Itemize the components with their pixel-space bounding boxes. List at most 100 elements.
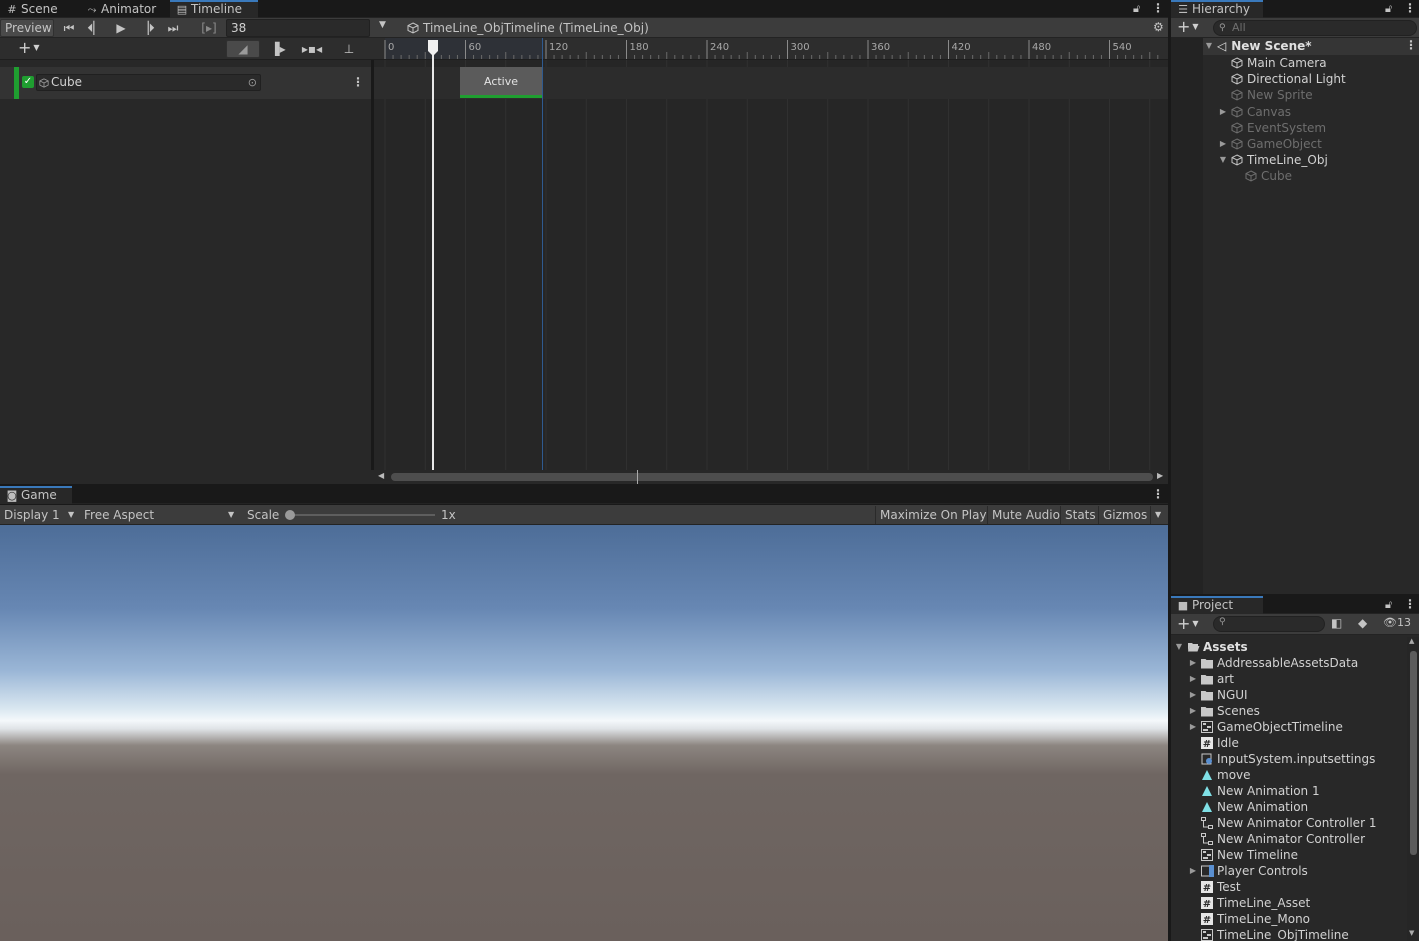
snap-mix-button[interactable]: ◢: [226, 40, 260, 58]
replace-mode-button[interactable]: ▸▪◂: [296, 40, 328, 58]
breadcrumb[interactable]: TimeLine_ObjTimeline (TimeLine_Obj): [407, 20, 667, 36]
expand-arrow-icon[interactable]: ▼: [1217, 152, 1229, 168]
maximize-on-play-toggle[interactable]: Maximize On Play: [875, 506, 991, 524]
preview-button[interactable]: Preview: [0, 19, 54, 37]
game-viewport[interactable]: [0, 525, 1168, 941]
project-item[interactable]: # TimeLine_Asset: [1171, 895, 1407, 911]
hierarchy-item[interactable]: ▶ Canvas: [1203, 104, 1419, 120]
expand-arrow-icon[interactable]: ▶: [1217, 136, 1229, 152]
hidden-packages-toggle[interactable]: 👁︎13: [1383, 616, 1411, 629]
scroll-left-icon[interactable]: ◀: [378, 471, 384, 480]
clip-area[interactable]: [374, 60, 1168, 470]
expand-arrow-icon[interactable]: ▶: [1187, 703, 1199, 719]
mute-audio-toggle[interactable]: Mute Audio: [987, 506, 1064, 524]
create-button[interactable]: + ▼: [1177, 18, 1199, 36]
track-binding-field[interactable]: Cube ⊙: [36, 74, 261, 91]
more-icon[interactable]: ⋮: [1152, 487, 1164, 501]
project-item[interactable]: ▶ Scenes: [1171, 703, 1407, 719]
aspect-select[interactable]: Free Aspect ▼: [80, 506, 240, 524]
hierarchy-item[interactable]: Directional Light: [1203, 71, 1419, 87]
gizmos-toggle[interactable]: Gizmos: [1098, 506, 1151, 524]
playhead-handle[interactable]: [427, 39, 439, 57]
frame-field[interactable]: 38: [226, 19, 370, 37]
search-by-label-icon[interactable]: ◆: [1358, 616, 1367, 630]
more-icon[interactable]: ⋮: [1404, 1, 1416, 15]
tab-game[interactable]: ◙ Game: [0, 486, 72, 504]
project-item[interactable]: New Animator Controller: [1171, 831, 1407, 847]
scene-row[interactable]: ▼ ◁ New Scene* ⋮: [1203, 38, 1419, 55]
project-item[interactable]: ▶ art: [1171, 671, 1407, 687]
project-item[interactable]: ▶ AddressableAssetsData: [1171, 655, 1407, 671]
project-item[interactable]: New Animation: [1171, 799, 1407, 815]
tab-hierarchy[interactable]: ☰ Hierarchy: [1171, 0, 1263, 18]
expand-arrow-icon[interactable]: ▶: [1217, 104, 1229, 120]
track-enable-checkbox[interactable]: ✓: [22, 76, 34, 88]
play-range-button[interactable]: [▸]: [196, 19, 222, 37]
scene-menu-icon[interactable]: ⋮: [1405, 38, 1417, 52]
project-search-input[interactable]: ⚲: [1213, 616, 1325, 632]
play-button[interactable]: ▶: [110, 19, 132, 37]
dropdown-arrow-icon[interactable]: ▼: [379, 20, 386, 30]
create-asset-button[interactable]: + ▼: [1177, 614, 1199, 633]
scale-slider-thumb[interactable]: [285, 510, 295, 520]
expand-arrow-icon[interactable]: ▶: [1187, 655, 1199, 671]
stats-toggle[interactable]: Stats: [1060, 506, 1100, 524]
project-item[interactable]: New Animation 1: [1171, 783, 1407, 799]
project-item[interactable]: # Idle: [1171, 735, 1407, 751]
hierarchy-item[interactable]: ▶ GameObject: [1203, 136, 1419, 152]
tab-project[interactable]: ■ Project: [1171, 596, 1263, 614]
expand-arrow-icon[interactable]: ▶: [1187, 687, 1199, 703]
timeline-scrollbar[interactable]: ◀ ▶: [373, 470, 1168, 484]
time-ruler[interactable]: 0 60 120 180 240 300 360 420 480 540: [373, 38, 1168, 60]
expand-arrow-icon[interactable]: ▶: [1187, 671, 1199, 687]
active-clip[interactable]: Active: [460, 67, 542, 98]
project-item[interactable]: move: [1171, 767, 1407, 783]
expand-arrow-icon[interactable]: ▶: [1187, 863, 1199, 879]
track-menu-icon[interactable]: ⋮: [352, 75, 364, 89]
tab-scene[interactable]: # Scene: [0, 0, 64, 18]
project-item[interactable]: New Timeline: [1171, 847, 1407, 863]
track-row[interactable]: ✓ Cube ⊙ ⋮: [0, 67, 371, 99]
scroll-down-icon[interactable]: ▼: [1409, 929, 1414, 937]
tab-timeline[interactable]: ▤ Timeline: [170, 0, 258, 18]
goto-start-button[interactable]: ⏮: [58, 19, 80, 37]
goto-end-button[interactable]: ⏭: [162, 19, 184, 37]
expand-arrow-icon[interactable]: ▼: [1173, 639, 1185, 655]
hierarchy-item[interactable]: Main Camera: [1203, 55, 1419, 71]
hierarchy-item[interactable]: Cube: [1203, 168, 1419, 184]
scroll-right-icon[interactable]: ▶: [1157, 471, 1163, 480]
more-icon[interactable]: ⋮: [1404, 597, 1416, 611]
project-item[interactable]: ▶ GameObjectTimeline: [1171, 719, 1407, 735]
project-item[interactable]: New Animator Controller 1: [1171, 815, 1407, 831]
tab-animator[interactable]: ⤳ Animator: [80, 0, 162, 18]
expand-arrow-icon[interactable]: ▶: [1187, 719, 1199, 735]
lock-icon[interactable]: 🔓︎: [1385, 2, 1392, 16]
hierarchy-search-input[interactable]: ⚲ All: [1213, 20, 1417, 36]
add-track-button[interactable]: + ▼: [18, 39, 40, 57]
pin-button[interactable]: ⊥: [338, 40, 360, 58]
project-item[interactable]: InputSystem.inputsettings: [1171, 751, 1407, 767]
expand-arrow-icon[interactable]: ▼: [1203, 41, 1215, 50]
scroll-up-icon[interactable]: ▲: [1409, 637, 1414, 645]
lock-icon[interactable]: 🔓︎: [1133, 2, 1140, 16]
lock-icon[interactable]: 🔓︎: [1385, 598, 1392, 612]
more-icon[interactable]: ⋮: [1152, 1, 1164, 15]
hierarchy-item[interactable]: ▼ TimeLine_Obj: [1203, 152, 1419, 168]
scrollbar-thumb[interactable]: [391, 473, 1153, 481]
project-item[interactable]: # TimeLine_Mono: [1171, 911, 1407, 927]
project-scrollbar-thumb[interactable]: [1410, 651, 1417, 855]
project-item[interactable]: ▶ NGUI: [1171, 687, 1407, 703]
project-item[interactable]: ▶ Player Controls: [1171, 863, 1407, 879]
prev-frame-button[interactable]: ⏴▏: [84, 19, 106, 37]
scale-slider-track[interactable]: [290, 514, 435, 516]
gizmos-dropdown[interactable]: ▼: [1150, 506, 1165, 524]
hierarchy-item[interactable]: New Sprite: [1203, 87, 1419, 103]
hierarchy-item[interactable]: EventSystem: [1203, 120, 1419, 136]
project-item[interactable]: TimeLine_ObjTimeline: [1171, 927, 1407, 941]
object-picker-icon[interactable]: ⊙: [248, 75, 257, 90]
ripple-mode-button[interactable]: ▐▸: [262, 40, 294, 58]
settings-gear-icon[interactable]: ⚙: [1153, 20, 1164, 34]
project-scrollbar[interactable]: ▲ ▼: [1407, 637, 1419, 941]
next-frame-button[interactable]: ▕⏵: [136, 19, 158, 37]
search-by-type-icon[interactable]: ◧: [1331, 616, 1342, 630]
